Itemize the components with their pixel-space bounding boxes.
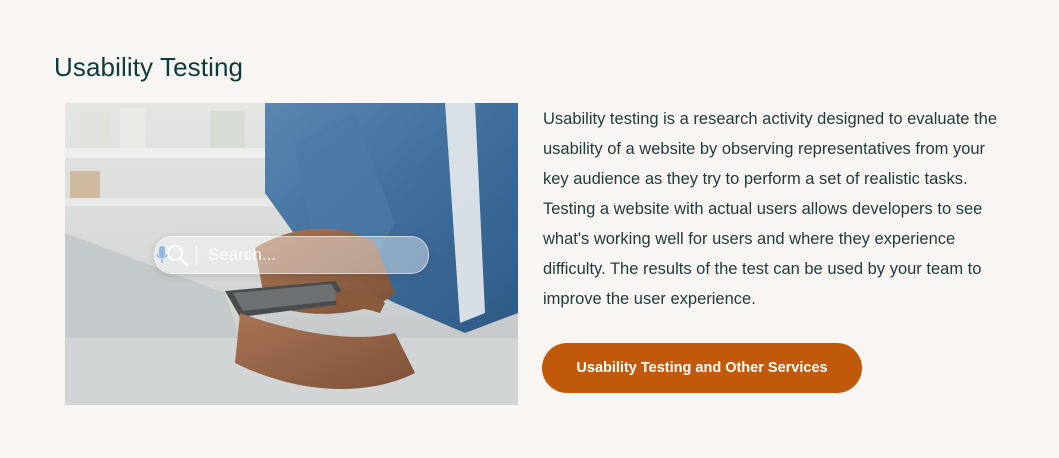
- usability-testing-services-button[interactable]: Usability Testing and Other Services: [542, 343, 862, 393]
- section-description: Usability testing is a research activity…: [543, 110, 997, 308]
- usability-testing-photo: Search...: [65, 103, 518, 405]
- search-placeholder: Search...: [208, 245, 277, 264]
- microphone-icon: [156, 246, 168, 263]
- section-title: Usability Testing: [54, 52, 244, 82]
- search-bar-graphic: Search...: [154, 236, 429, 274]
- search-divider: [196, 245, 197, 265]
